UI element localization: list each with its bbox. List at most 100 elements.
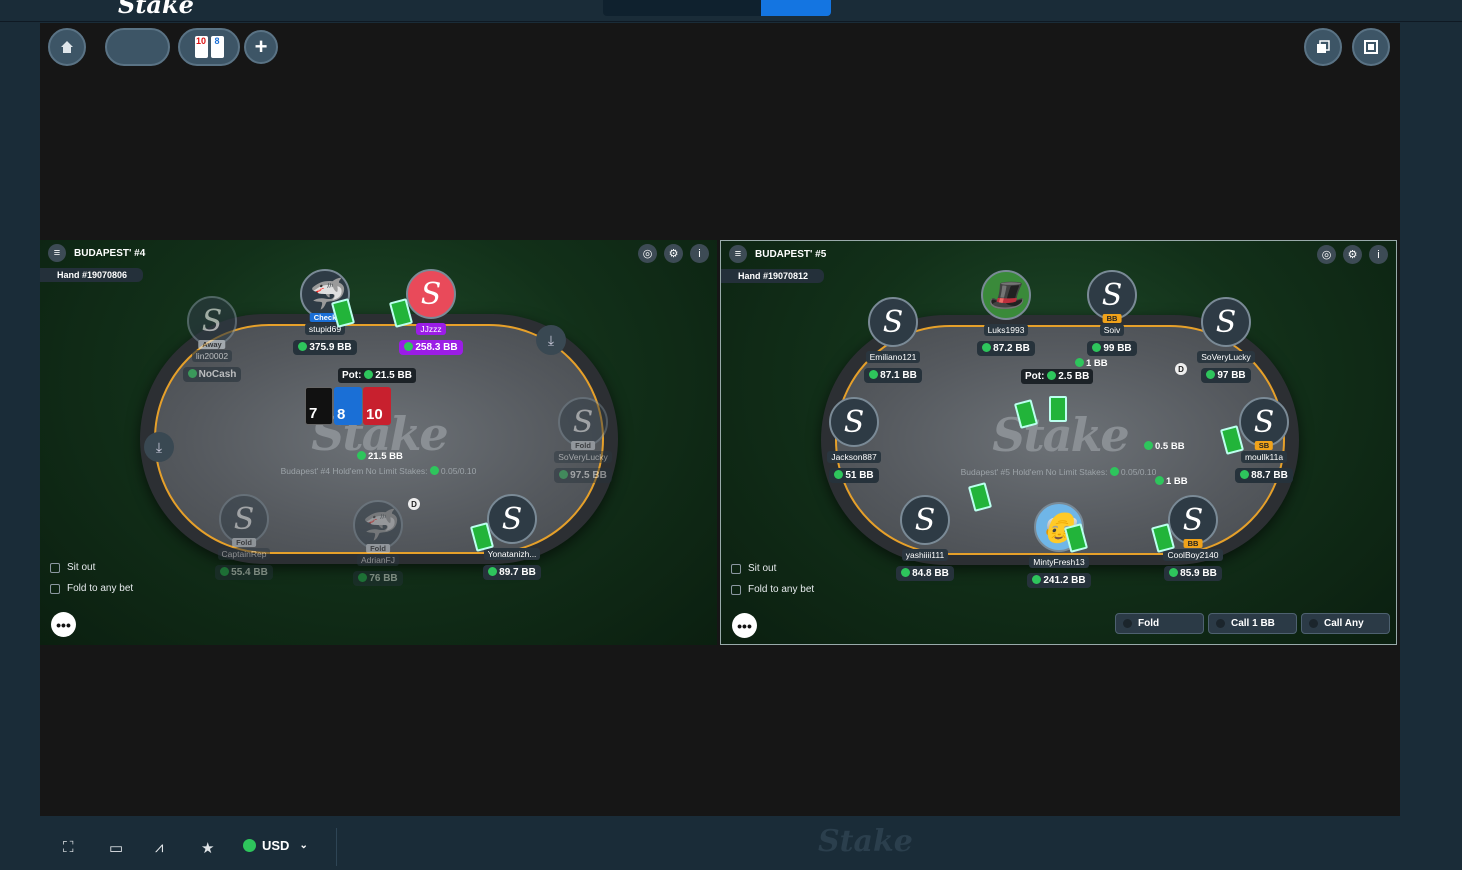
cascade-icon [1317,40,1330,53]
chips-value: 258.3 BB [415,342,458,353]
chips-value: 76 BB [369,573,398,584]
chip-icon [1075,358,1084,367]
seat-jackson887[interactable]: S Jackson887 51 BB [816,397,892,483]
add-table-button[interactable]: + [244,30,278,64]
fold-label: Fold [1138,618,1160,629]
download-icon[interactable]: ⤓ [144,432,174,462]
checkbox-box[interactable] [731,584,741,595]
call-button[interactable]: Call 1 BB [1208,613,1297,634]
chips-value: 97 BB [1217,370,1246,381]
avatar: 🦈 Fold [353,500,403,553]
table-tab-cards[interactable]: 10 8 [178,28,240,66]
home-button[interactable] [48,28,86,66]
stats-icon[interactable]: ⩘ [155,839,163,856]
call-any-button[interactable]: Call Any [1301,613,1390,634]
fold-button[interactable]: Fold [1115,613,1204,634]
player-chips: 258.3 BB [399,340,463,355]
chip-icon [357,451,366,460]
chip-icon [1240,470,1250,479]
fold-any-checkbox[interactable]: Fold to any bet [731,584,814,595]
seat-soverylucky[interactable]: S Fold SoVeryLucky 97.5 BB [545,397,621,483]
chat-icon[interactable]: ••• [732,613,757,638]
player-name: Luks1993 [983,324,1029,336]
poker-table-window-1[interactable]: ≡ BUDAPEST' #4 Hand #19070806 ◎ ⚙ i Stak… [40,240,717,645]
info-icon[interactable]: i [690,244,709,263]
chips-value: 241.2 BB [1043,575,1086,586]
player-chips: 89.7 BB [483,565,541,580]
menu-icon[interactable]: ≡ [48,244,66,262]
chip-icon [187,369,197,378]
avatar: S [900,495,950,545]
status-badge: Fold [232,538,256,547]
gear-icon[interactable]: ⚙ [1343,245,1362,264]
seat-soiv[interactable]: S BB Soiv 99 BB [1074,270,1150,356]
chip-icon [404,342,414,351]
right-gutter [1400,23,1462,870]
avatar: S [487,494,537,544]
stakes-value: 0.05/0.10 [1120,467,1157,477]
sit-out-label: Sit out [748,563,777,574]
seat-lin20002[interactable]: S Away lin20002 NoCash [174,296,250,382]
table-tab-empty[interactable] [105,28,170,66]
table-name: BUDAPEST' #4 [74,247,146,259]
center-bet-value: 21.5 BB [368,451,403,462]
status-badge: Away [198,340,226,349]
footer-logo: Stake [818,824,913,859]
checkbox-box[interactable] [731,563,741,574]
checkbox-box[interactable] [50,562,60,573]
pot-label: Pot: [1025,371,1045,382]
download-icon[interactable]: ⤓ [536,325,566,355]
call-any-label: Call Any [1324,618,1364,629]
chip-icon [298,342,308,351]
seat-captainrep[interactable]: S Fold CaptainRep 55.4 BB [206,494,282,580]
center-bet: 21.5 BB [357,451,403,462]
player-name: CaptainRep [217,548,271,560]
single-view-button[interactable] [1352,28,1390,66]
chat-icon[interactable]: ••• [51,612,76,637]
hand-number: Hand #19070812 [721,269,825,283]
chip-icon [220,567,230,576]
sit-out-checkbox[interactable]: Sit out [731,563,776,574]
chips-value: 87.2 BB [993,343,1030,354]
chip-stack-icon[interactable]: ◎ [1317,245,1336,264]
player-chips: NoCash [182,367,242,382]
chips-value: 89.7 BB [499,567,536,578]
sit-out-checkbox[interactable]: Sit out [50,562,95,573]
menu-icon[interactable]: ≡ [729,245,747,263]
cascade-view-button[interactable] [1304,28,1342,66]
fold-any-checkbox[interactable]: Fold to any bet [50,583,133,594]
checkbox-box[interactable] [50,583,60,594]
player-name: Soiv [1099,324,1125,336]
pot-value: 2.5 BB [1058,371,1090,382]
seat-luks1993[interactable]: 🎩 Luks1993 87.2 BB [968,270,1044,356]
avatar: S BB [1087,270,1137,323]
chevron-down-icon: ⌄ [299,840,308,851]
chip-icon [982,343,992,352]
search-button[interactable] [761,0,831,16]
fullscreen-icon[interactable]: ⛶ [63,839,74,856]
table-header: ≡ BUDAPEST' #5 [729,245,826,263]
site-logo[interactable]: Stake [118,0,194,19]
chip-stack-icon[interactable]: ◎ [638,244,657,263]
currency-selector[interactable]: USD ⌄ [243,838,308,853]
player-chips: 87.2 BB [977,341,1035,356]
radio-dot [1123,619,1132,628]
fold-any-label: Fold to any bet [748,584,815,595]
star-icon[interactable]: ★ [201,839,214,857]
seat-yashiiii111[interactable]: S yashiiii111 84.8 BB [887,495,963,581]
call-label: Call 1 BB [1231,618,1275,629]
status-badge: SB [1254,441,1274,450]
poker-table-window-2[interactable]: ≡ BUDAPEST' #5 Hand #19070812 ◎ ⚙ i Stak… [720,240,1397,645]
gear-icon[interactable]: ⚙ [664,244,683,263]
info-icon[interactable]: i [1369,245,1388,264]
search-input[interactable] [603,0,761,16]
window-icon[interactable]: ▭ [109,839,123,857]
seat-adrianfj[interactable]: 🦈 Fold AdrianFJ 76 BB [340,500,416,586]
chips-value: 87.1 BB [880,370,917,381]
player-chips: 241.2 BB [1027,573,1091,588]
seat-emiliano121[interactable]: S Emiliano121 87.1 BB [855,297,931,383]
chips-value: 99 BB [1103,343,1132,354]
seat-soverylucky[interactable]: S SoVeryLucky 97 BB [1188,297,1264,383]
avatar: S Away [187,296,237,349]
board-card-rank: 7 [309,405,318,422]
